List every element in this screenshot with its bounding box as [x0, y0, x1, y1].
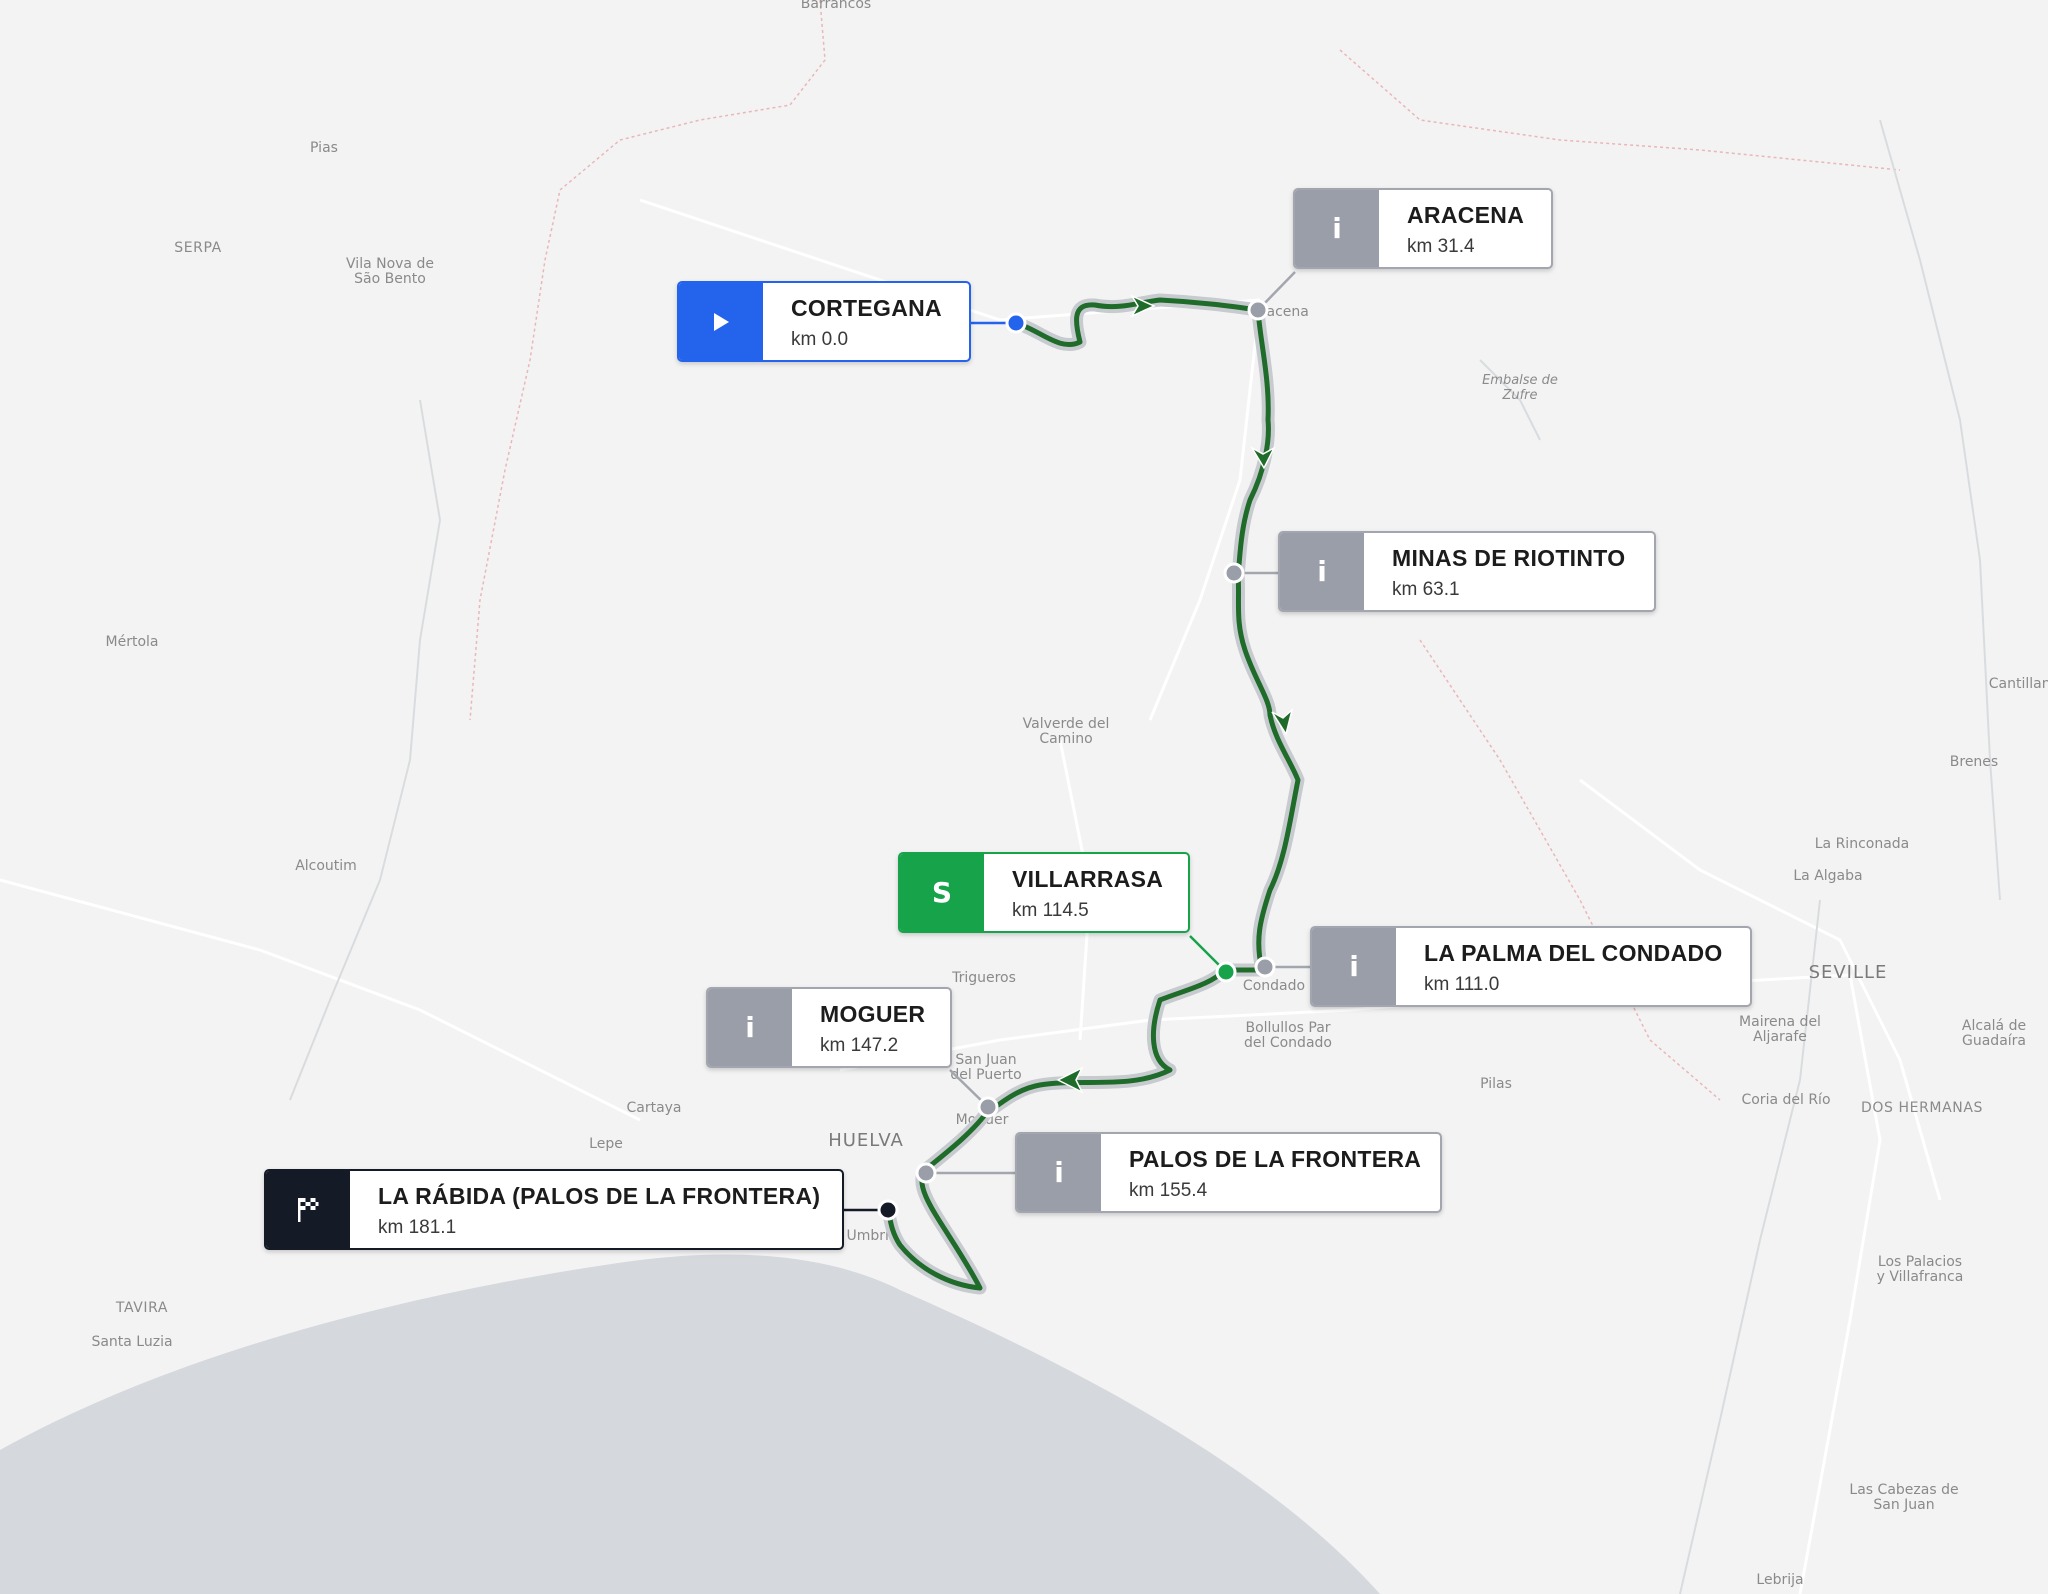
moguer-marker[interactable]	[977, 1096, 999, 1118]
palos-marker[interactable]	[915, 1162, 937, 1184]
info-icon: i	[1312, 928, 1396, 1005]
place-label-alcala: Alcalá de Guadaíra	[1962, 1018, 2026, 1049]
place-label-seville: SEVILLE	[1809, 962, 1888, 983]
place-label-barrancos: Barrancos	[801, 0, 871, 12]
waypoint-name: MINAS DE RIOTINTO	[1392, 545, 1626, 571]
place-label-bollullos: Bollullos Par del Condado	[1244, 1020, 1332, 1051]
aracena-marker[interactable]	[1247, 299, 1269, 321]
place-label-huelva: HUELVA	[828, 1130, 904, 1151]
waypoint-km: km 111.0	[1424, 974, 1500, 995]
waypoint-name: LA PALMA DEL CONDADO	[1424, 940, 1723, 966]
place-label-trigueros: Trigueros	[951, 970, 1016, 986]
place-label-la-algaba: La Algaba	[1793, 868, 1862, 884]
la-palma-marker[interactable]	[1254, 956, 1276, 978]
villarrasa-marker[interactable]	[1215, 961, 1237, 983]
place-label-cartaya: Cartaya	[626, 1100, 681, 1116]
play-icon	[679, 283, 763, 360]
waypoint-card-la-rabida[interactable]: LA RÁBIDA (PALOS DE LA FRONTERA) km 181.…	[264, 1169, 844, 1250]
place-label-la-rinconada: La Rinconada	[1815, 836, 1910, 852]
checkered-flag-icon	[266, 1171, 350, 1248]
place-label-vila-nova: Vila Nova de São Bento	[346, 256, 434, 287]
info-icon: i	[1017, 1134, 1101, 1211]
place-label-mertola: Mértola	[106, 634, 159, 650]
place-label-los-palacios: Los Palacios y Villafranca	[1877, 1254, 1964, 1285]
map-canvas[interactable]: Barrancos Pias SERPA Vila Nova de São Bento M…	[0, 0, 2048, 1594]
place-label-brenes: Brenes	[1950, 754, 1998, 770]
waypoint-name: MOGUER	[820, 1001, 926, 1027]
waypoint-km: km 181.1	[378, 1217, 457, 1238]
route-map[interactable]: Barrancos Pias SERPA Vila Nova de São Bento M…	[0, 0, 2048, 1594]
waypoint-name: CORTEGANA	[791, 295, 942, 321]
place-label-cantillana: Cantillana	[1989, 676, 2048, 692]
place-label-san-juan: San Juan del Puerto	[950, 1052, 1021, 1083]
place-label-condado: Condado	[1243, 978, 1305, 994]
waypoint-name: VILLARRASA	[1012, 866, 1164, 892]
waypoint-km: km 147.2	[820, 1035, 899, 1056]
place-label-tavira: TAVIRA	[115, 1300, 168, 1316]
waypoint-card-minas[interactable]: i MINAS DE RIOTINTO km 63.1	[1278, 531, 1656, 612]
waypoint-km: km 63.1	[1392, 579, 1460, 600]
waypoint-card-aracena[interactable]: i ARACENA km 31.4	[1293, 188, 1553, 269]
waypoint-card-cortegana[interactable]: CORTEGANA km 0.0	[677, 281, 971, 362]
waypoint-km: km 155.4	[1129, 1180, 1208, 1201]
waypoint-card-palos[interactable]: i PALOS DE LA FRONTERA km 155.4	[1015, 1132, 1442, 1213]
info-icon: i	[1280, 533, 1364, 610]
waypoint-name: LA RÁBIDA (PALOS DE LA FRONTERA)	[378, 1183, 821, 1209]
place-label-dos-hermanas: DOS HERMANAS	[1861, 1100, 1983, 1116]
place-label-santa-luzia: Santa Luzia	[91, 1334, 172, 1350]
sprint-icon: S	[900, 854, 984, 931]
place-label-pilas: Pilas	[1480, 1076, 1512, 1092]
waypoint-km: km 114.5	[1012, 900, 1089, 921]
waypoint-card-moguer[interactable]: i MOGUER km 147.2	[706, 987, 952, 1068]
waypoint-name: PALOS DE LA FRONTERA	[1129, 1146, 1422, 1172]
start-marker[interactable]	[1005, 312, 1027, 334]
waypoint-name: ARACENA	[1407, 202, 1525, 228]
info-icon: i	[708, 989, 792, 1066]
info-icon: i	[1295, 190, 1379, 267]
waypoint-card-la-palma[interactable]: i LA PALMA DEL CONDADO km 111.0	[1310, 926, 1752, 1007]
place-label-serpa: SERPA	[174, 240, 222, 256]
place-label-pias: Pias	[310, 140, 338, 156]
waypoint-km: km 0.0	[791, 329, 849, 350]
place-label-lepe: Lepe	[589, 1136, 623, 1152]
waypoint-km: km 31.4	[1407, 236, 1475, 257]
place-label-coria: Coria del Río	[1741, 1092, 1830, 1108]
place-label-alcoutim: Alcoutim	[295, 858, 357, 874]
finish-marker[interactable]	[877, 1199, 899, 1221]
waypoint-card-villarrasa[interactable]: S VILLARRASA km 114.5	[898, 852, 1190, 933]
minas-marker[interactable]	[1223, 562, 1245, 584]
place-label-lebrija: Lebrija	[1756, 1572, 1803, 1588]
